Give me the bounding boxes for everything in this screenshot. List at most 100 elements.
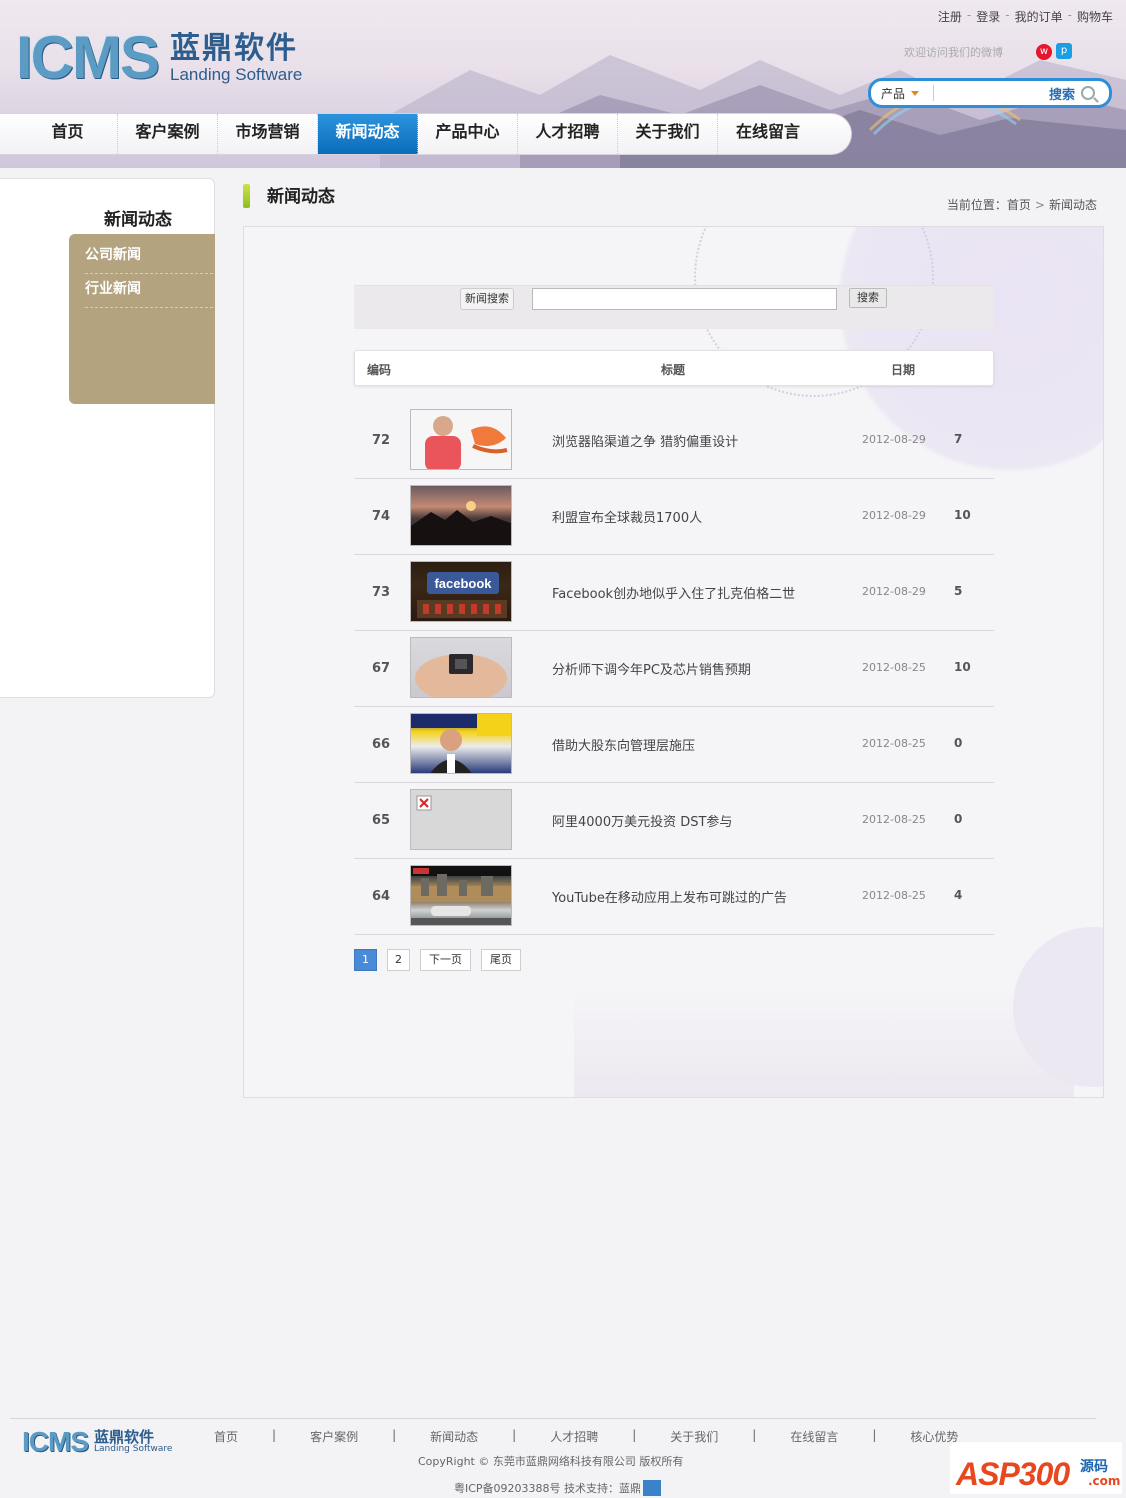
table-row: 74 利盟宣布全球裁员1700人 2012-08-29 10 (354, 479, 994, 555)
weibo-welcome-text: 欢迎访问我们的微博 (904, 46, 1003, 59)
footer-logo-chinese-name: 蓝鼎软件 (94, 1428, 155, 1446)
news-title-link[interactable]: Facebook创办地似乎入住了扎克伯格二世 (552, 583, 795, 602)
nav-item-home[interactable]: 首页 (18, 114, 118, 154)
breadcrumb-home[interactable]: 首页 (1007, 198, 1031, 212)
news-hits: 10 (954, 660, 971, 674)
register-link[interactable]: 注册 (933, 8, 967, 25)
table-row: 65 阿里4000万美元投资 DST参与 2012-08-25 0 (354, 783, 994, 859)
news-title-link[interactable]: 分析师下调今年PC及芯片销售预期 (552, 659, 751, 678)
news-title-link[interactable]: 浏览器陷渠道之争 猎豹偏重设计 (552, 431, 738, 450)
news-code: 67 (372, 661, 391, 676)
next-page-button[interactable]: 下一页 (420, 949, 471, 971)
news-code: 73 (372, 585, 391, 600)
icp-record: 粤ICP备09203388号 技术支持：蓝鼎 (454, 1480, 662, 1496)
footer-link-home[interactable]: 首页 (214, 1428, 238, 1445)
news-hits: 0 (954, 736, 963, 750)
news-code: 72 (372, 433, 391, 448)
table-row: 73 facebook Facebook创办地似乎入住了扎克伯格二世 2012-… (354, 555, 994, 631)
title-accent-bar (243, 184, 250, 208)
footer-logo-english-name: Landing Software (94, 1444, 173, 1454)
news-date: 2012-08-25 (862, 661, 926, 674)
sidebar-item-company-news[interactable]: 公司新闻 (85, 240, 213, 274)
site-logo[interactable]: ICMS 蓝鼎软件 Landing Software (16, 26, 302, 90)
news-hits: 5 (954, 584, 963, 598)
product-search-box: 产品 搜索 (868, 78, 1112, 108)
asp300-watermark: ASP300 源码 .com (950, 1442, 1122, 1494)
news-date: 2012-08-29 (862, 585, 926, 598)
last-page-button[interactable]: 尾页 (481, 949, 521, 971)
footer-link-jobs[interactable]: 人才招聘 (550, 1428, 598, 1445)
table-row: 64 YouTube在移动应用上发布可跳过的广告 2012-08-25 4 (354, 859, 994, 935)
my-orders-link[interactable]: 我的订单 (1010, 8, 1068, 25)
footer-logo-mark: ICMS (22, 1426, 89, 1457)
nav-item-cases[interactable]: 客户案例 (118, 114, 218, 154)
statistics-icon[interactable] (643, 1480, 662, 1496)
nav-item-message[interactable]: 在线留言 (718, 114, 818, 154)
column-header-date: 日期 (891, 363, 916, 377)
logo-mark: ICMS (16, 24, 160, 91)
footer-nav: 首页 | 客户案例 | 新闻动态 | 人才招聘 | 关于我们 | 在线留言 | 核心优势 (214, 1428, 959, 1445)
breadcrumb-current: 新闻动态 (1048, 198, 1097, 212)
footer-link-cases[interactable]: 客户案例 (310, 1428, 358, 1445)
copyright-text: CopyRight © 东莞市蓝鼎网络科技有限公司 版权所有 (418, 1455, 684, 1468)
footer-link-news[interactable]: 新闻动态 (430, 1428, 478, 1445)
news-search-button[interactable]: 搜索 (849, 288, 887, 308)
news-table: 编码 标题 日期 72 浏览器陷渠道之争 猎豹偏重设计 2012-08-29 7… (354, 350, 994, 935)
search-button[interactable]: 搜索 (1049, 84, 1075, 103)
watermark-asp300: ASP300 (956, 1456, 1070, 1492)
news-thumbnail[interactable] (410, 713, 512, 774)
cart-link[interactable]: 购物车 (1072, 8, 1118, 25)
footer-link-about[interactable]: 关于我们 (670, 1428, 718, 1445)
column-header-title: 标题 (661, 363, 686, 377)
nav-item-jobs[interactable]: 人才招聘 (518, 114, 618, 154)
page-button-2[interactable]: 2 (387, 949, 410, 971)
nav-item-news[interactable]: 新闻动态 (318, 114, 418, 154)
news-search-input[interactable] (532, 288, 837, 310)
tencent-weibo-icon[interactable]: p (1056, 43, 1072, 59)
news-code: 65 (372, 813, 391, 828)
caret-down-icon (911, 90, 920, 96)
content-panel: 新闻搜索 搜索 编码 标题 日期 72 浏览器陷渠道之争 猎豹偏重设计 2012… (243, 226, 1104, 1098)
footer-link-message[interactable]: 在线留言 (790, 1428, 838, 1445)
news-date: 2012-08-25 (862, 889, 926, 902)
news-title-link[interactable]: YouTube在移动应用上发布可跳过的广告 (552, 887, 787, 906)
logo-english-name: Landing Software (170, 64, 303, 84)
search-category-select[interactable]: 产品 (871, 85, 931, 102)
search-category-value: 产品 (881, 86, 906, 101)
news-hits: 0 (954, 812, 963, 826)
table-header: 编码 标题 日期 (354, 350, 994, 386)
page-title: 新闻动态 (267, 187, 335, 207)
news-thumbnail[interactable]: facebook (410, 561, 512, 622)
watermark-source-code: 源码 (1080, 1459, 1108, 1475)
breadcrumb: 当前位置：首页 > 新闻动态 (947, 196, 1097, 213)
nav-item-about[interactable]: 关于我们 (618, 114, 718, 154)
watermark-dotcom: .com (1088, 1474, 1121, 1488)
sidebar-item-industry-news[interactable]: 行业新闻 (85, 274, 213, 308)
login-link[interactable]: 登录 (971, 8, 1005, 25)
footer-logo[interactable]: ICMS 蓝鼎软件 Landing Software (22, 1426, 172, 1458)
news-code: 74 (372, 509, 391, 524)
nav-item-marketing[interactable]: 市场营销 (218, 114, 318, 154)
news-thumbnail[interactable] (410, 789, 512, 850)
decorative-pattern (574, 987, 1074, 1097)
news-title-link[interactable]: 借助大股东向管理层施压 (552, 735, 695, 754)
icp-text: 粤ICP备09203388号 技术支持：蓝鼎 (454, 1482, 642, 1495)
chevron-right-icon: > (1034, 198, 1045, 212)
news-title-link[interactable]: 利盟宣布全球裁员1700人 (552, 507, 702, 526)
news-code: 64 (372, 889, 391, 904)
weibo-icon[interactable]: w (1036, 44, 1052, 60)
news-title-link[interactable]: 阿里4000万美元投资 DST参与 (552, 811, 732, 830)
news-thumbnail[interactable] (410, 485, 512, 546)
search-input[interactable] (933, 85, 1041, 101)
page-button-1[interactable]: 1 (354, 949, 377, 971)
news-thumbnail[interactable] (410, 865, 512, 926)
news-thumbnail[interactable] (410, 637, 512, 698)
nav-item-products[interactable]: 产品中心 (418, 114, 518, 154)
main-header: 新闻动态 当前位置：首页 > 新闻动态 (243, 180, 1103, 220)
pagination: 1 2 下一页 尾页 (354, 949, 521, 971)
sidebar: 新闻动态 公司新闻 行业新闻 (0, 178, 215, 698)
table-row: 66 借助大股东向管理层施压 2012-08-25 0 (354, 707, 994, 783)
news-search-label: 新闻搜索 (460, 288, 514, 310)
news-thumbnail[interactable] (410, 409, 512, 470)
magnifier-icon[interactable] (1081, 86, 1096, 100)
